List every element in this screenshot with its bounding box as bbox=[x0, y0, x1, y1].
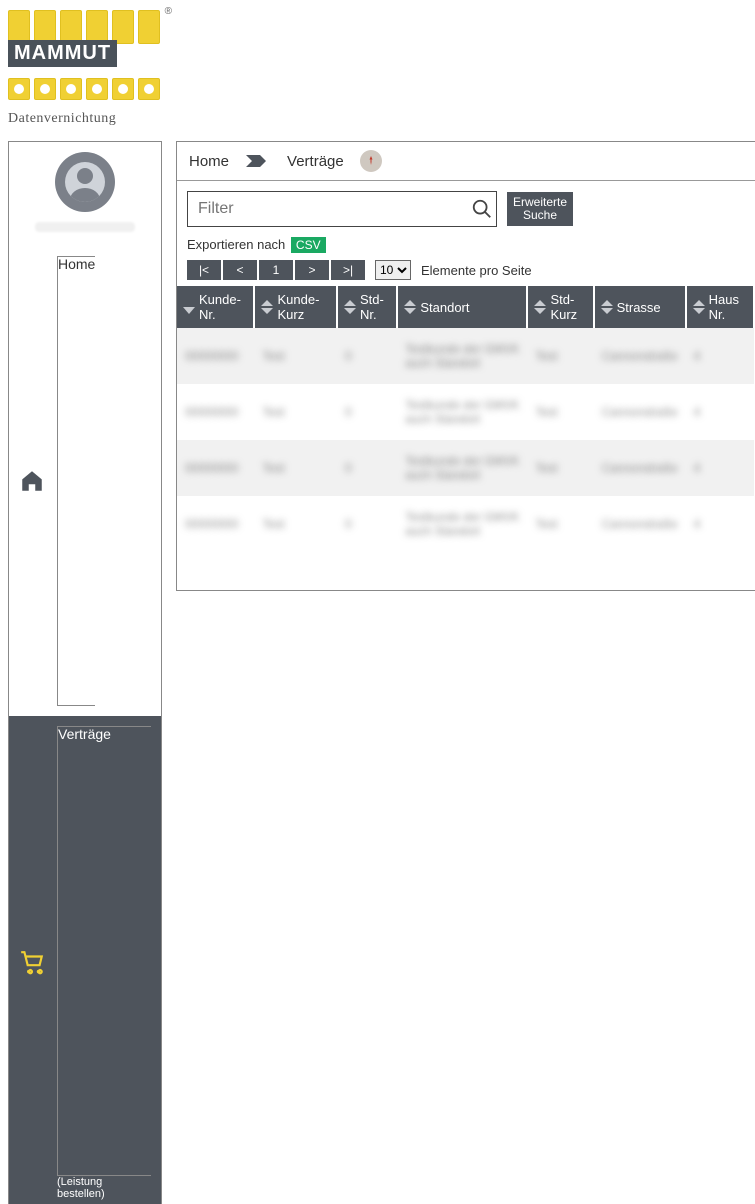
sort-icon bbox=[693, 300, 705, 314]
pager-prev[interactable]: < bbox=[223, 260, 257, 280]
pin-icon[interactable] bbox=[360, 150, 382, 172]
breadcrumb-current: Verträge bbox=[287, 153, 344, 170]
pager-last[interactable]: >| bbox=[331, 260, 365, 280]
filter-box bbox=[187, 191, 497, 227]
pager: |< < 1 > >| bbox=[187, 260, 365, 280]
pager-first[interactable]: |< bbox=[187, 260, 221, 280]
export-label: Exportieren nach bbox=[187, 237, 285, 252]
search-icon[interactable] bbox=[468, 198, 496, 220]
sort-icon bbox=[404, 300, 416, 314]
pager-page[interactable]: 1 bbox=[259, 260, 293, 280]
sidebar-item-sublabel: (Leistung bestellen) bbox=[57, 1176, 151, 1200]
col-haus-nr[interactable]: Haus Nr. bbox=[686, 286, 754, 328]
cart-icon bbox=[19, 950, 45, 976]
sort-icon bbox=[601, 300, 613, 314]
breadcrumb: Home Verträge bbox=[177, 142, 755, 181]
sidebar: Home Verträge (Leistung bestellen) Auftr… bbox=[8, 141, 162, 1204]
table-row[interactable]: 00000000 Test 0 Testkunde der GMVK auch … bbox=[177, 328, 754, 384]
table-row[interactable]: 00000000 Test 0 Testkunde der GMVK auch … bbox=[177, 496, 754, 552]
sort-icon bbox=[261, 300, 273, 314]
pager-next[interactable]: > bbox=[295, 260, 329, 280]
sidebar-item-label: Home bbox=[57, 256, 95, 706]
col-standort[interactable]: Standort bbox=[397, 286, 527, 328]
sidebar-item-vertraege[interactable]: Verträge (Leistung bestellen) bbox=[9, 716, 161, 1204]
home-icon bbox=[19, 468, 45, 494]
filter-row: Erweiterte Suche bbox=[183, 181, 755, 233]
col-std-nr[interactable]: Std-Nr. bbox=[337, 286, 397, 328]
user-name bbox=[35, 222, 135, 232]
breadcrumb-home[interactable]: Home bbox=[189, 153, 229, 170]
logo-tagline: Datenvernichtung bbox=[8, 111, 747, 127]
col-kunde-kurz[interactable]: Kunde-Kurz bbox=[254, 286, 336, 328]
export-csv-button[interactable]: CSV bbox=[291, 237, 326, 253]
table-row[interactable]: 00000000 Test 0 Testkunde der GMVK auch … bbox=[177, 384, 754, 440]
user-avatar-block bbox=[9, 142, 161, 246]
sort-icon bbox=[534, 300, 546, 314]
advanced-search-button[interactable]: Erweiterte Suche bbox=[507, 192, 573, 226]
avatar[interactable] bbox=[55, 152, 115, 212]
table-row[interactable]: 00000000 Test 0 Testkunde der GMVK auch … bbox=[177, 440, 754, 496]
main-panel: Home Verträge Erweiterte Suche bbox=[176, 141, 755, 591]
sort-icon bbox=[344, 300, 356, 314]
col-strasse[interactable]: Strasse bbox=[594, 286, 686, 328]
logo-area: MAMMUT ® Datenvernichtung bbox=[0, 0, 755, 127]
col-std-kurz[interactable]: Std-Kurz bbox=[527, 286, 593, 328]
contracts-table: Kunde-Nr. Kunde-Kurz Std-Nr. Standort St… bbox=[177, 286, 755, 552]
sidebar-item-label: Verträge bbox=[57, 726, 151, 1176]
registered-mark: ® bbox=[165, 6, 172, 17]
page-size-select[interactable]: 10 bbox=[375, 260, 411, 280]
pager-row: |< < 1 > >| 10 Elemente pro Seite bbox=[177, 256, 755, 286]
sort-desc-icon bbox=[183, 300, 195, 314]
col-kunde-nr[interactable]: Kunde-Nr. bbox=[177, 286, 254, 328]
export-row: Exportieren nach CSV bbox=[177, 233, 755, 256]
brand-logo: MAMMUT ® bbox=[8, 10, 160, 100]
filter-input[interactable] bbox=[188, 200, 468, 218]
elements-per-page-label: Elemente pro Seite bbox=[421, 263, 532, 278]
sidebar-item-home[interactable]: Home bbox=[9, 246, 161, 716]
table-body: 00000000 Test 0 Testkunde der GMVK auch … bbox=[177, 328, 754, 552]
breadcrumb-arrow-icon bbox=[245, 152, 271, 170]
